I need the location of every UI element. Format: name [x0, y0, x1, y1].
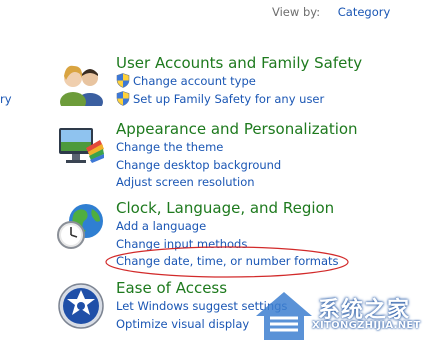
view-by-dropdown[interactable]: Category — [338, 5, 391, 19]
watermark-text-en: XITONGZHIJIA.NET — [312, 320, 421, 331]
house-logo-icon — [256, 292, 312, 340]
link-change-date-time-formats[interactable]: Change date, time, or number formats — [116, 253, 442, 271]
site-watermark: 系统之家 XITONGZHIJIA.NET — [252, 286, 442, 344]
link-adjust-screen-resolution[interactable]: Adjust screen resolution — [116, 174, 442, 192]
category-title-user-accounts[interactable]: User Accounts and Family Safety — [116, 54, 442, 73]
link-add-language[interactable]: Add a language — [116, 218, 442, 236]
link-label: Change account type — [133, 74, 256, 88]
link-change-input-methods[interactable]: Change input methods — [116, 236, 442, 254]
globe-clock-icon[interactable] — [56, 201, 106, 251]
left-pane-link-fragment[interactable]: ry — [0, 92, 12, 106]
link-label: Set up Family Safety for any user — [133, 91, 325, 106]
users-icon[interactable] — [56, 56, 106, 106]
uac-shield-icon — [116, 90, 130, 106]
category-title-appearance[interactable]: Appearance and Personalization — [116, 120, 442, 139]
view-by-label: View by: — [272, 5, 321, 19]
ease-of-access-icon[interactable] — [56, 281, 106, 331]
uac-shield-icon — [116, 73, 130, 88]
monitor-palette-icon[interactable] — [56, 122, 106, 172]
link-change-account-type[interactable]: Change account type — [116, 73, 442, 91]
link-setup-family-safety[interactable]: Set up Family Safety for any user — [116, 90, 442, 109]
view-by-bar: View by: Category — [272, 5, 390, 19]
category-title-clock-language-region[interactable]: Clock, Language, and Region — [116, 199, 442, 218]
link-change-desktop-background[interactable]: Change desktop background — [116, 157, 442, 175]
link-change-theme[interactable]: Change the theme — [116, 139, 442, 157]
